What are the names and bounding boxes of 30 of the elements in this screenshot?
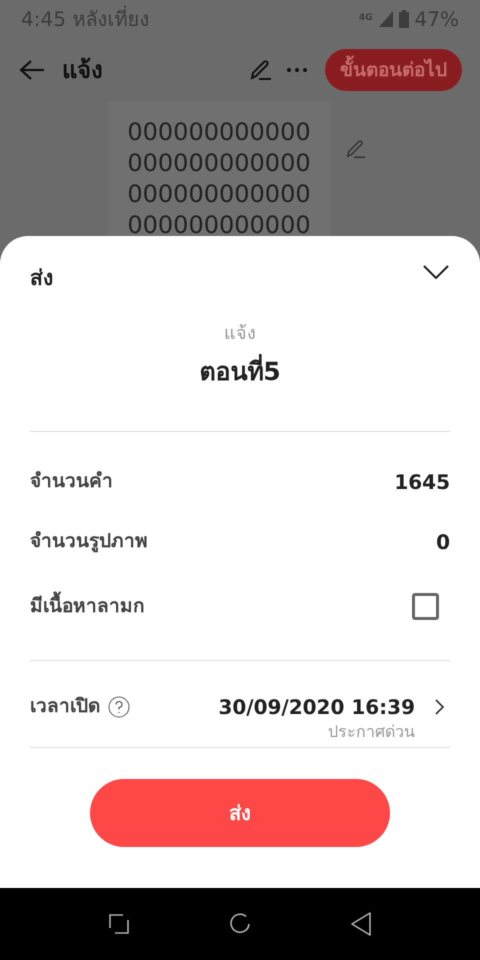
sheet-title: ส่ง	[30, 265, 53, 292]
battery-icon	[398, 10, 409, 28]
open-time-label: เวลาเปิด	[30, 694, 100, 720]
row-value: 0	[436, 528, 450, 556]
signal-icon	[378, 11, 393, 27]
submit-button[interactable]: ส่ง	[90, 778, 390, 846]
row-label: จำนวนรูปภาพ	[30, 529, 148, 554]
chapter-title: ตอนที่5	[199, 353, 281, 390]
chevron-right-icon	[435, 698, 444, 714]
home-icon[interactable]	[229, 913, 251, 935]
checkbox[interactable]	[412, 593, 439, 620]
pencil-icon	[345, 138, 367, 160]
content-text: 000000000000	[127, 210, 311, 241]
content-text: 000000000000	[127, 179, 311, 210]
row-label: มีเนื้อหาลามก	[30, 592, 145, 621]
toolbar-title: แจ้ง	[62, 55, 103, 86]
content-text: 000000000000	[127, 148, 311, 179]
help-icon[interactable]	[108, 696, 130, 718]
back-icon[interactable]	[351, 912, 371, 936]
back-arrow-icon	[19, 59, 45, 81]
more-icon	[286, 67, 308, 73]
recents-icon[interactable]	[109, 914, 129, 934]
next-step-button[interactable]: ขั้นตอนต่อไป	[325, 49, 462, 91]
content-text: 000000000000	[127, 117, 311, 148]
row-value: 1645	[394, 468, 450, 496]
pencil-icon	[249, 58, 273, 82]
open-time-selector[interactable]: 30/09/2020 16:39 ประกาศด่วน	[218, 692, 450, 742]
chevron-down-icon	[423, 265, 449, 279]
story-subtitle: แจ้ง	[224, 322, 256, 346]
row-label: จำนวนคำ	[30, 469, 113, 494]
